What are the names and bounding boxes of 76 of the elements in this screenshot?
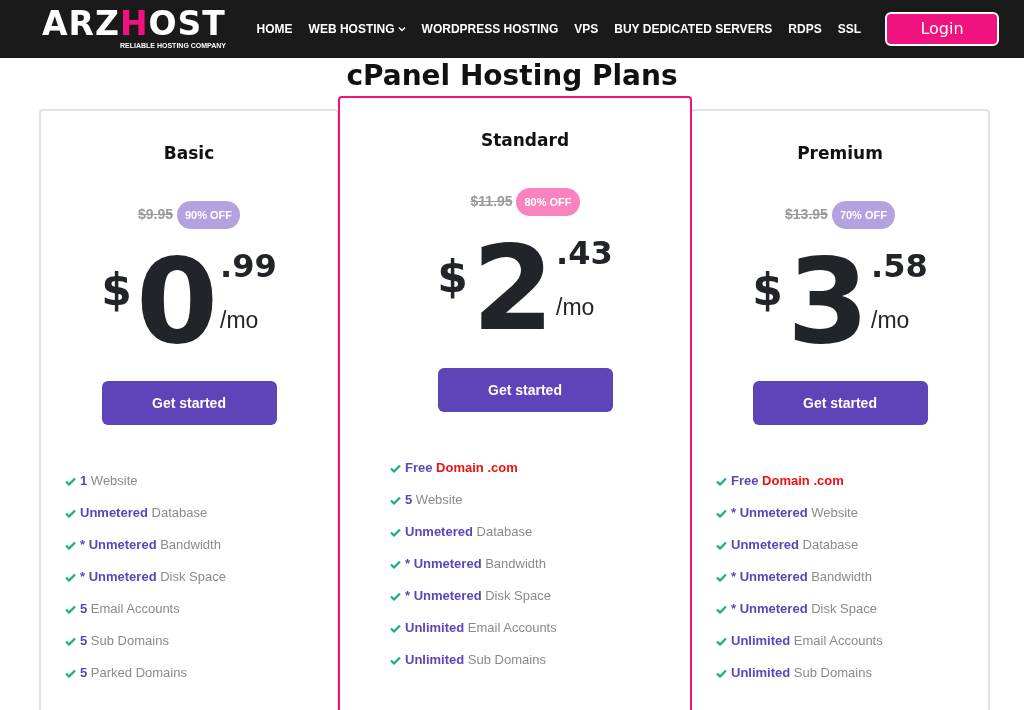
chevron-down-icon	[397, 26, 406, 32]
feature-text: Unlimited Sub Domains	[731, 664, 872, 683]
price-amount: 0	[135, 245, 216, 357]
check-icon	[65, 476, 76, 486]
price-period: /mo	[220, 306, 260, 335]
price-cents: .99	[220, 247, 277, 285]
feature-text: * Unmetered Disk Space	[731, 600, 877, 619]
feature-text: Unlimited Sub Domains	[405, 651, 546, 670]
nav-link[interactable]: HOME	[256, 20, 293, 38]
feature-text: 5 Email Accounts	[80, 600, 180, 619]
check-icon	[390, 495, 401, 505]
check-icon	[65, 668, 76, 678]
check-icon	[716, 668, 727, 678]
old-price: $13.95	[785, 205, 828, 225]
nav-link[interactable]: SSL	[837, 20, 861, 38]
currency-symbol: $	[437, 250, 468, 304]
check-icon	[716, 604, 727, 614]
plan-name: Premium	[796, 142, 884, 165]
check-icon	[65, 604, 76, 614]
check-icon	[390, 559, 401, 569]
check-icon	[65, 508, 76, 518]
get-started-button[interactable]: Get started	[437, 368, 613, 412]
check-icon	[716, 572, 727, 582]
check-icon	[716, 476, 727, 486]
feature-text: 5 Parked Domains	[80, 664, 187, 683]
feature-text: Unlimited Email Accounts	[731, 632, 883, 651]
currency-symbol: $	[101, 263, 132, 317]
feature-text: Unlimited Email Accounts	[405, 619, 557, 638]
check-icon	[390, 591, 401, 601]
currency-symbol: $	[752, 263, 783, 317]
nav-link[interactable]: BUY DEDICATED SERVERS	[614, 20, 773, 38]
discount-badge: 90% OFF	[177, 200, 241, 229]
check-icon	[65, 636, 76, 646]
feature-text: * Unmetered Disk Space	[80, 568, 226, 587]
feature-text: Unmetered Database	[731, 536, 859, 555]
price-amount: 2	[471, 232, 552, 344]
get-started-button[interactable]: Get started	[101, 381, 277, 425]
feature-text: Free Domain .com	[731, 472, 844, 491]
nav-link[interactable]: VPS	[574, 20, 599, 38]
feature-text: 1 Website	[80, 472, 138, 491]
feature-text: Free Domain .com	[405, 459, 518, 478]
check-icon	[716, 508, 727, 518]
login-button[interactable]: Login	[885, 12, 999, 46]
feature-text: 5 Website	[405, 491, 463, 510]
nav-link[interactable]: RDPS	[788, 20, 822, 38]
discount-badge: 80% OFF	[516, 187, 580, 216]
price-period: /mo	[871, 306, 911, 335]
feature-text: Unmetered Database	[405, 523, 533, 542]
nav-link[interactable]: WORDPRESS HOSTING	[421, 20, 559, 38]
get-started-button[interactable]: Get started	[752, 381, 928, 425]
price-amount: 3	[786, 245, 867, 357]
feature-text: * Unmetered Bandwidth	[405, 555, 546, 574]
nav-link[interactable]: WEB HOSTING	[308, 20, 406, 38]
check-icon	[716, 540, 727, 550]
old-price: $9.95	[137, 205, 173, 225]
check-icon	[390, 623, 401, 633]
price-cents: .58	[871, 247, 928, 285]
discount-badge: 70% OFF	[831, 200, 895, 229]
feature-text: * Unmetered Bandwidth	[731, 568, 872, 587]
check-icon	[390, 655, 401, 665]
plan-name: Standard	[479, 129, 571, 152]
page-title: cPanel Hosting Plans	[345, 60, 679, 92]
check-icon	[65, 540, 76, 550]
feature-text: 5 Sub Domains	[80, 632, 169, 651]
feature-text: * Unmetered Bandwidth	[80, 536, 221, 555]
check-icon	[390, 527, 401, 537]
feature-text: * Unmetered Disk Space	[405, 587, 551, 606]
check-icon	[716, 636, 727, 646]
feature-text: Unmetered Database	[80, 504, 208, 523]
old-price: $11.95	[470, 192, 513, 212]
feature-text: * Unmetered Website	[731, 504, 858, 523]
check-icon	[390, 463, 401, 473]
check-icon	[65, 572, 76, 582]
price-period: /mo	[556, 293, 596, 322]
price-cents: .43	[556, 234, 613, 272]
plan-name: Basic	[162, 142, 216, 165]
